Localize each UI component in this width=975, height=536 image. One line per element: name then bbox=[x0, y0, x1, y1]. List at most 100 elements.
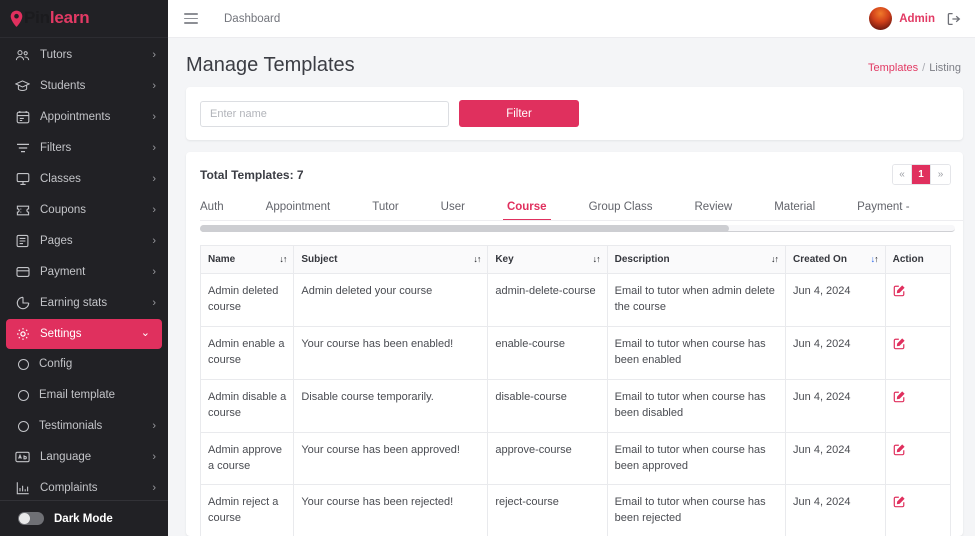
sort-icon[interactable]: ↓↑ bbox=[473, 254, 481, 264]
sidebar-item-complaints[interactable]: Complaints › bbox=[0, 473, 168, 500]
page-title: Manage Templates bbox=[186, 54, 355, 76]
sidebar-item-label: Complaints bbox=[40, 482, 98, 495]
sort-icon-active[interactable]: ↓↑ bbox=[871, 254, 879, 264]
tab-auth[interactable]: Auth bbox=[200, 201, 224, 220]
sidebar-nav: Tutors › Students › Appointments › Filte… bbox=[0, 38, 168, 500]
chevron-right-icon: › bbox=[152, 79, 156, 92]
desktop-icon bbox=[14, 171, 31, 187]
edit-icon[interactable] bbox=[893, 495, 906, 508]
cell-subject: Your course has been enabled! bbox=[293, 325, 489, 380]
sidebar-item-label: Pages bbox=[40, 235, 73, 248]
column-header-key[interactable]: Key ↓↑ bbox=[487, 244, 608, 274]
column-header-name[interactable]: Name ↓↑ bbox=[199, 244, 295, 274]
tab-payment[interactable]: Payment - bbox=[857, 201, 909, 220]
cell-subject: Admin deleted your course bbox=[293, 272, 489, 327]
cell-subject: Your course has been approved! bbox=[293, 431, 489, 486]
sort-icon[interactable]: ↓↑ bbox=[771, 254, 779, 264]
sidebar-item-appointments[interactable]: Appointments › bbox=[0, 102, 168, 133]
sidebar-subitem-label: Config bbox=[39, 358, 73, 371]
search-input[interactable] bbox=[200, 100, 449, 127]
chevron-right-icon: › bbox=[152, 48, 156, 61]
column-header-subject[interactable]: Subject ↓↑ bbox=[293, 244, 489, 274]
cell-name: Admin reject a course bbox=[199, 484, 295, 536]
sidebar-item-label: Tutors bbox=[40, 49, 73, 62]
column-label: Key bbox=[495, 253, 514, 265]
sidebar-item-tutors[interactable]: Tutors › bbox=[0, 40, 168, 71]
chevron-right-icon: › bbox=[152, 450, 156, 463]
tabs-scrollbar[interactable] bbox=[200, 225, 955, 232]
gear-icon bbox=[14, 326, 31, 342]
sidebar-item-classes[interactable]: Classes › bbox=[0, 164, 168, 195]
user-name[interactable]: Admin bbox=[899, 13, 935, 25]
dark-mode-toggle[interactable] bbox=[18, 512, 44, 525]
edit-icon[interactable] bbox=[893, 443, 906, 456]
table-row: Admin approve a course Your course has b… bbox=[199, 431, 952, 486]
sidebar-subitem-config[interactable]: Config bbox=[0, 349, 168, 380]
sidebar-item-label: Settings bbox=[40, 327, 82, 340]
cell-subject: Disable course temporarily. bbox=[293, 378, 489, 433]
dark-mode-row[interactable]: Dark Mode bbox=[0, 500, 168, 536]
calendar-icon bbox=[14, 109, 31, 125]
edit-icon[interactable] bbox=[893, 337, 906, 350]
topbar-breadcrumb[interactable]: Dashboard bbox=[224, 13, 280, 25]
sidebar-item-students[interactable]: Students › bbox=[0, 71, 168, 102]
tab-appointment[interactable]: Appointment bbox=[266, 201, 331, 220]
toggle-knob bbox=[19, 513, 30, 524]
sort-icon[interactable]: ↓↑ bbox=[279, 254, 287, 264]
edit-icon[interactable] bbox=[893, 390, 906, 403]
filter-button[interactable]: Filter bbox=[459, 100, 579, 127]
app-root: Pin learn Tutors › Students › Appointmen… bbox=[0, 0, 975, 536]
table-row: Admin enable a course Your course has be… bbox=[199, 325, 952, 380]
templates-table-container: Name ↓↑ Subject ↓↑ Key ↓↑ Description ↓↑ Cre… bbox=[186, 232, 963, 536]
cell-key: admin-delete-course bbox=[487, 272, 608, 327]
pie-chart-icon bbox=[14, 295, 31, 311]
sidebar-subitem-label: Email template bbox=[39, 389, 116, 402]
chevron-right-icon: › bbox=[152, 234, 156, 247]
column-label: Created On bbox=[793, 253, 847, 265]
logout-icon[interactable] bbox=[947, 12, 961, 26]
logo-text-dark: Pin bbox=[24, 8, 50, 28]
cell-name: Admin approve a course bbox=[199, 431, 295, 486]
chevron-right-icon: › bbox=[152, 296, 156, 309]
circle-icon bbox=[18, 358, 29, 370]
pagination-page-1[interactable]: 1 bbox=[912, 165, 931, 184]
column-label: Name bbox=[208, 253, 236, 265]
cell-created-on: Jun 4, 2024 bbox=[785, 272, 886, 327]
sidebar-item-coupons[interactable]: Coupons › bbox=[0, 195, 168, 226]
breadcrumb-link-templates[interactable]: Templates bbox=[868, 62, 918, 74]
sidebar-item-payment[interactable]: Payment › bbox=[0, 257, 168, 288]
cell-created-on: Jun 4, 2024 bbox=[785, 431, 886, 486]
logo-text-accent: learn bbox=[49, 8, 90, 28]
tab-review[interactable]: Review bbox=[695, 201, 733, 220]
edit-icon[interactable] bbox=[893, 284, 906, 297]
logo[interactable]: Pin learn bbox=[0, 0, 168, 38]
sidebar-item-label: Filters bbox=[40, 142, 72, 155]
table-row: Admin reject a course Your course has be… bbox=[199, 484, 952, 536]
scrollbar-thumb[interactable] bbox=[200, 225, 729, 232]
table-body: Admin deleted course Admin deleted your … bbox=[199, 272, 952, 536]
sidebar-subitem-email-template[interactable]: Email template bbox=[0, 380, 168, 411]
cell-action bbox=[884, 325, 952, 380]
pagination-next[interactable]: » bbox=[931, 165, 950, 184]
tab-course[interactable]: Course bbox=[502, 201, 551, 220]
hamburger-icon[interactable] bbox=[184, 13, 198, 24]
tab-tutor[interactable]: Tutor bbox=[372, 201, 398, 220]
tab-group-class[interactable]: Group Class bbox=[589, 201, 653, 220]
tabs-container: Auth Appointment Tutor User Course Group… bbox=[186, 191, 963, 221]
avatar[interactable] bbox=[869, 7, 893, 30]
sidebar-item-earning-stats[interactable]: Earning stats › bbox=[0, 288, 168, 319]
pagination-prev[interactable]: « bbox=[893, 165, 912, 184]
sidebar-item-filters[interactable]: Filters › bbox=[0, 133, 168, 164]
tab-material[interactable]: Material bbox=[774, 201, 815, 220]
sort-icon[interactable]: ↓↑ bbox=[593, 254, 601, 264]
column-header-description[interactable]: Description ↓↑ bbox=[606, 244, 787, 274]
sidebar-item-pages[interactable]: Pages › bbox=[0, 226, 168, 257]
sidebar-item-language[interactable]: Language › bbox=[0, 442, 168, 473]
column-header-created-on[interactable]: Created On ↓↑ bbox=[785, 244, 886, 274]
sidebar-item-settings[interactable]: Settings ⌄ bbox=[6, 318, 162, 349]
chevron-right-icon: › bbox=[152, 265, 156, 278]
sidebar-subitem-testimonials[interactable]: Testimonials › bbox=[0, 411, 168, 442]
cell-action bbox=[884, 378, 952, 433]
tab-user[interactable]: User bbox=[441, 201, 465, 220]
graduation-cap-icon bbox=[14, 78, 31, 94]
